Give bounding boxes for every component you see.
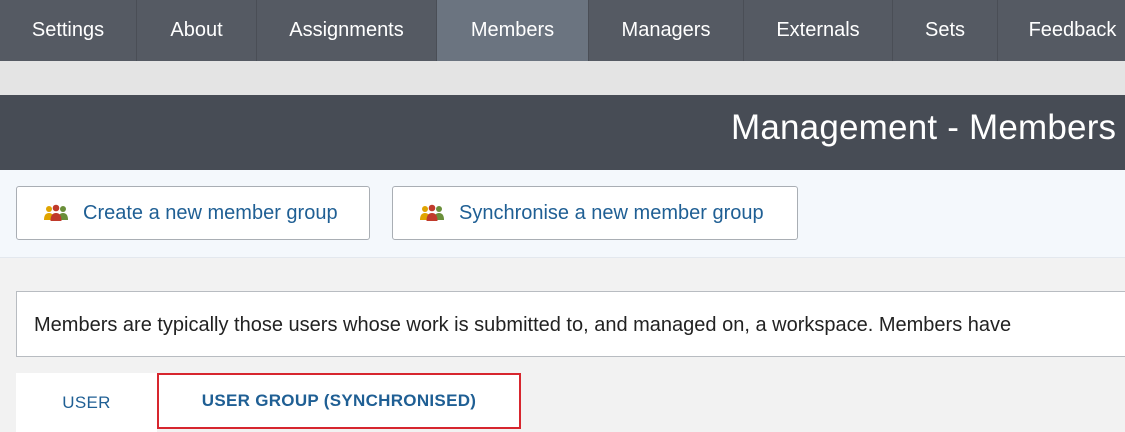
action-toolbar: Create a new member group Synchronise a … <box>0 170 1125 258</box>
tab-externals[interactable]: Externals <box>744 0 893 61</box>
create-member-group-label: Create a new member group <box>83 201 338 224</box>
page-title: Management - Members <box>731 108 1117 147</box>
tab-settings[interactable]: Settings <box>0 0 137 61</box>
synchronise-member-group-label: Synchronise a new member group <box>459 201 764 224</box>
page-header: Management - Members <box>0 95 1125 170</box>
member-type-tabs: USER USER GROUP (SYNCHRONISED) <box>16 373 1125 432</box>
tab-assignments[interactable]: Assignments <box>257 0 437 61</box>
people-group-icon <box>420 204 444 221</box>
tab-user[interactable]: USER <box>16 373 157 432</box>
create-member-group-button[interactable]: Create a new member group <box>16 186 370 240</box>
synchronise-member-group-button[interactable]: Synchronise a new member group <box>392 186 798 240</box>
tab-managers[interactable]: Managers <box>589 0 744 61</box>
members-info-box: Members are typically those users whose … <box>16 291 1125 357</box>
tab-sets[interactable]: Sets <box>893 0 998 61</box>
secondary-band <box>0 61 1125 95</box>
tab-feedback[interactable]: Feedback <box>998 0 1125 61</box>
tab-members[interactable]: Members <box>437 0 589 61</box>
tab-user-group-synchronised[interactable]: USER GROUP (SYNCHRONISED) <box>157 373 521 429</box>
tab-about[interactable]: About <box>137 0 257 61</box>
top-navigation: Settings About Assignments Members Manag… <box>0 0 1125 61</box>
members-info-text: Members are typically those users whose … <box>34 314 1012 336</box>
people-group-icon <box>44 204 68 221</box>
